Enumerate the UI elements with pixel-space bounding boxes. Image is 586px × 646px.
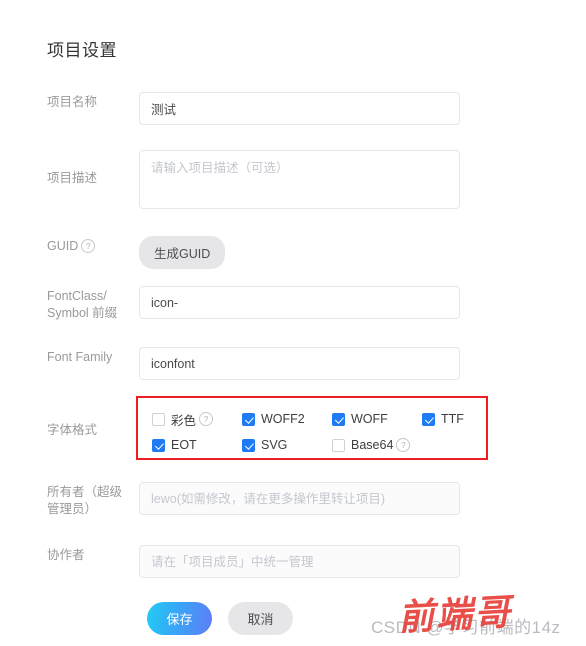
- owner-input: [139, 482, 460, 515]
- brand-watermark: 前端哥: [397, 591, 514, 639]
- checkbox-woff2-label: WOFF2: [261, 412, 305, 426]
- fontclass-prefix-input[interactable]: [139, 286, 460, 319]
- form-row-collaborator: 协作者: [47, 545, 547, 578]
- checkbox-base64-label: Base64: [351, 438, 394, 452]
- question-circle-icon[interactable]: ?: [199, 412, 214, 426]
- question-circle-icon[interactable]: ?: [396, 438, 411, 452]
- generate-guid-button[interactable]: 生成GUID: [139, 236, 226, 269]
- checkbox-eot[interactable]: EOT: [152, 438, 242, 452]
- label-fontclass-prefix-line1: FontClass/: [47, 289, 107, 303]
- save-button[interactable]: 保存: [147, 602, 212, 635]
- form-row-guid: GUID? 生成GUID: [47, 236, 547, 269]
- checkbox-woff-label: WOFF: [351, 412, 388, 426]
- question-circle-icon[interactable]: ?: [81, 239, 96, 254]
- checkbox-base64-box[interactable]: [332, 438, 345, 452]
- font-format-checkbox-group: 彩色 ? WOFF2 WOFF TTF EOT SVG Base64 ?: [152, 409, 482, 461]
- project-name-input[interactable]: [139, 92, 460, 125]
- font-format-row-1: 彩色 ? WOFF2 WOFF TTF: [152, 409, 482, 429]
- field-collaborator: [139, 545, 547, 578]
- label-fontclass-prefix-line2: Symbol 前缀: [47, 306, 118, 320]
- collaborator-input: [139, 545, 460, 578]
- field-fontclass-prefix: [139, 286, 547, 319]
- checkbox-svg-label: SVG: [261, 438, 288, 452]
- label-fontclass-prefix: FontClass/ Symbol 前缀: [47, 286, 139, 322]
- font-format-annotation-box: 彩色 ? WOFF2 WOFF TTF EOT SVG Base64 ?: [136, 396, 488, 460]
- checkbox-color[interactable]: 彩色 ?: [152, 410, 242, 429]
- label-project-name: 项目名称: [47, 95, 98, 109]
- checkbox-eot-box[interactable]: [152, 438, 165, 452]
- label-owner: 所有者（超级 管理员）: [47, 482, 139, 518]
- label-owner-line1: 所有者（超级: [47, 485, 123, 499]
- field-project-description: [139, 150, 547, 214]
- csdn-watermark: CSDN @学习前端的14z: [371, 618, 561, 637]
- field-font-family: [139, 347, 547, 380]
- checkbox-svg[interactable]: SVG: [242, 438, 332, 452]
- font-family-input[interactable]: [139, 347, 460, 380]
- project-description-textarea[interactable]: [139, 150, 460, 209]
- form-row-font-family: Font Family: [47, 347, 547, 380]
- checkbox-ttf[interactable]: TTF: [422, 412, 482, 426]
- label-guid: GUID?: [47, 236, 139, 255]
- cancel-button[interactable]: 取消: [228, 602, 293, 635]
- checkbox-svg-box[interactable]: [242, 438, 255, 452]
- label-font-format: 字体格式: [47, 423, 98, 437]
- checkbox-ttf-label: TTF: [441, 412, 464, 426]
- checkbox-color-box[interactable]: [152, 412, 165, 426]
- form-row-fontclass-prefix: FontClass/ Symbol 前缀: [47, 286, 547, 322]
- field-owner: [139, 482, 547, 515]
- field-guid: 生成GUID: [139, 236, 547, 269]
- checkbox-eot-label: EOT: [171, 438, 197, 452]
- form-actions: 保存 取消: [147, 602, 293, 635]
- label-collaborator: 协作者: [47, 548, 85, 562]
- checkbox-ttf-box[interactable]: [422, 412, 435, 426]
- page-title: 项目设置: [47, 41, 117, 60]
- label-project-description: 项目描述: [47, 171, 98, 185]
- form-row-project-name: 项目名称: [47, 92, 547, 125]
- checkbox-woff[interactable]: WOFF: [332, 412, 422, 426]
- checkbox-woff-box[interactable]: [332, 412, 345, 426]
- label-font-family: Font Family: [47, 350, 113, 364]
- label-owner-line2: 管理员）: [47, 502, 98, 516]
- checkbox-base64[interactable]: Base64 ?: [332, 438, 422, 452]
- font-format-row-2: EOT SVG Base64 ?: [152, 435, 482, 455]
- form-row-project-description: 项目描述: [47, 150, 547, 214]
- project-settings-page: 项目设置 项目名称 项目描述 GUID? 生成GUID FontClass/ S…: [0, 0, 586, 646]
- field-project-name: [139, 92, 547, 125]
- checkbox-woff2[interactable]: WOFF2: [242, 412, 332, 426]
- label-guid-text: GUID: [47, 239, 79, 253]
- checkbox-color-label: 彩色: [171, 413, 197, 428]
- checkbox-woff2-box[interactable]: [242, 412, 255, 426]
- form-row-owner: 所有者（超级 管理员）: [47, 482, 547, 518]
